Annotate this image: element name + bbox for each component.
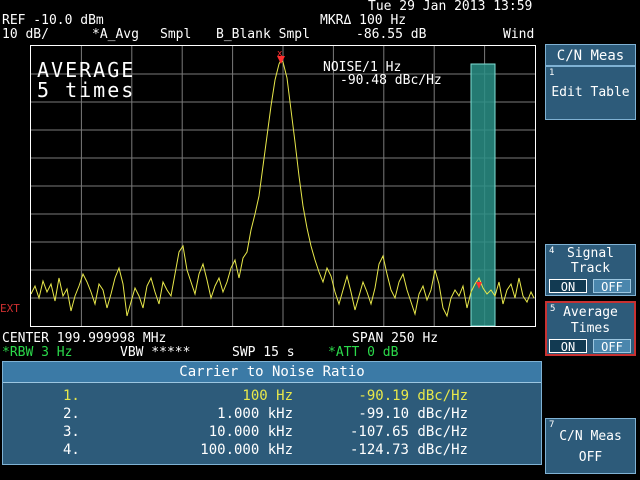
window-indicator: Wind	[503, 27, 535, 42]
trace-b-mode: B_Blank Smpl	[216, 27, 310, 42]
center-frequency-readout: CENTER 199.999998 MHz	[2, 331, 167, 346]
rbw-readout: *RBW 3 Hz	[2, 345, 73, 360]
marker-label: MKRΔ 100 Hz	[320, 13, 407, 28]
row-index: 1.	[63, 388, 80, 404]
softkey-label-line2: Track	[570, 261, 611, 276]
signal-track-softkey[interactable]: 4 Signal Track ON OFF	[545, 244, 636, 296]
noise-value-readout: -90.48 dBc/Hz	[340, 73, 442, 88]
row-value: -90.19 dBc/Hz	[358, 388, 468, 404]
menu-title: C/N Meas	[545, 44, 636, 66]
row-offset: 1.000 kHz	[217, 406, 293, 422]
trace-a-detector: Smpl	[160, 27, 192, 42]
row-value: -99.10 dBc/Hz	[358, 406, 468, 422]
table-title: Carrier to Noise Ratio	[3, 362, 541, 383]
row-index: 2.	[63, 406, 80, 422]
softkey-number: 1	[549, 68, 555, 78]
cn-meas-off-softkey[interactable]: 7 C/N Meas OFF	[545, 418, 636, 474]
vbw-readout: VBW *****	[120, 345, 191, 360]
row-offset: 100 Hz	[242, 388, 293, 404]
average-times-softkey[interactable]: 5 Average Times ON OFF	[545, 301, 636, 356]
average-off-toggle[interactable]: OFF	[593, 339, 631, 354]
row-index: 3.	[63, 424, 80, 440]
average-label-line2: 5 times	[37, 78, 136, 102]
softkey-label: Edit Table	[551, 85, 630, 100]
datetime-readout: Tue 29 Jan 2013 13:59	[368, 0, 533, 14]
average-count-label: AVERAGE 5 times	[37, 60, 135, 100]
signal-track-on-toggle[interactable]: ON	[549, 279, 587, 294]
row-value: -124.73 dBc/Hz	[349, 442, 468, 458]
ext-indicator: EXT	[0, 302, 20, 315]
row-offset: 10.000 kHz	[208, 424, 293, 440]
table-row: 3. 10.000 kHz -107.65 dBc/Hz	[3, 423, 541, 441]
table-row: 1. 100 Hz -90.19 dBc/Hz	[3, 387, 541, 405]
softkey-label-line1: Signal	[567, 246, 614, 261]
sweep-time-readout: SWP 15 s	[232, 345, 295, 360]
table-row: 2. 1.000 kHz -99.10 dBc/Hz	[3, 405, 541, 423]
carrier-noise-table: Carrier to Noise Ratio 1. 100 Hz -90.19 …	[2, 361, 542, 465]
attenuation-readout: *ATT 0 dB	[328, 345, 399, 360]
span-readout: SPAN 250 Hz	[352, 331, 439, 346]
softkey-label-line1: C/N Meas	[559, 429, 622, 444]
row-value: -107.65 dBc/Hz	[349, 424, 468, 440]
edit-table-softkey[interactable]: 1 Edit Table	[545, 66, 636, 120]
marker-value: -86.55 dB	[356, 27, 427, 42]
softkey-label-line2: OFF	[578, 450, 603, 465]
ref-level-readout: REF -10.0 dBm	[2, 13, 104, 28]
softkey-label-line1: Average	[563, 305, 618, 320]
average-on-toggle[interactable]: ON	[549, 339, 587, 354]
table-row: 4. 100.000 kHz -124.73 dBc/Hz	[3, 441, 541, 459]
row-index: 4.	[63, 442, 80, 458]
softkey-label-line2: Times	[570, 321, 611, 336]
signal-track-off-toggle[interactable]: OFF	[593, 279, 631, 294]
trace-a-mode: *A_Avg	[92, 27, 139, 42]
row-offset: 100.000 kHz	[200, 442, 293, 458]
marker-x-glyph: x	[277, 49, 283, 59]
scale-readout: 10 dB/	[2, 27, 49, 42]
